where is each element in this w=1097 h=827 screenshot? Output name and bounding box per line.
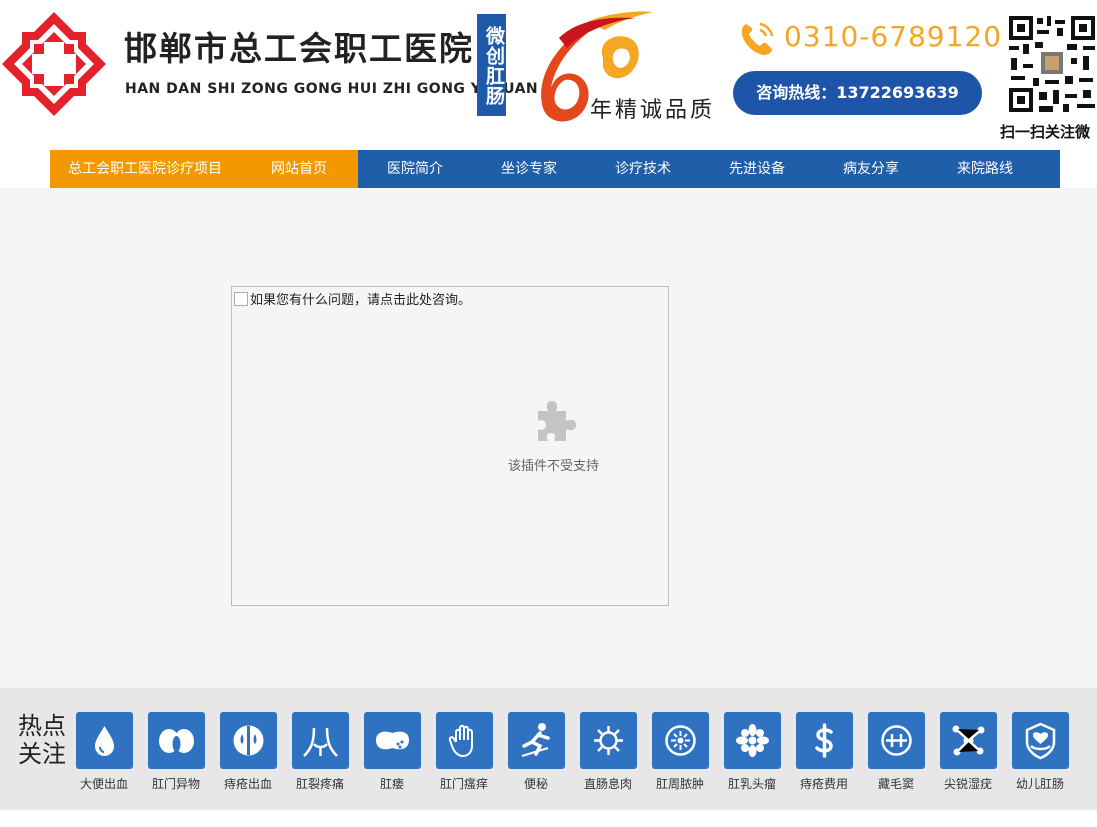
hot-item-rectal-polyp[interactable]: 直肠息肉	[572, 712, 644, 792]
hot-item-label: 肛瘘	[379, 777, 404, 791]
plugin-alt-text[interactable]: 如果您有什么问题，请点击此处咨询。	[234, 289, 471, 308]
fissure-icon	[302, 727, 338, 757]
hot-item-constipation[interactable]: 便秘	[500, 712, 572, 792]
hot-item-label: 肛周脓肿	[655, 777, 704, 791]
hot-icon-tile	[291, 712, 349, 769]
consult-plugin-frame[interactable]: 如果您有什么问题，请点击此处咨询。 该插件不受支持	[231, 286, 669, 606]
hot-item-label: 大便出血	[79, 777, 128, 791]
qr-caption: 扫一扫关注微	[1000, 123, 1091, 141]
hot-icon-tile	[579, 712, 637, 769]
hot-item-fissure-pain[interactable]: 肛裂疼痛	[284, 712, 356, 792]
hemorrhoid-bleed-icon	[233, 725, 263, 756]
lungs-icon	[158, 729, 194, 753]
hot-icon-tile	[939, 712, 997, 769]
main-nav: 总工会职工医院诊疗项目 网站首页 医院简介 坐诊专家 诊疗技术 先进设备 病友分…	[50, 150, 1060, 188]
hot-icon-tile	[507, 712, 565, 769]
fistula-icon	[375, 731, 409, 750]
hot-item-itching[interactable]: 肛门瘙痒	[428, 712, 500, 792]
hot-topics-bar: 热点 关注 大便出血 肛门异物 痔疮出血 肛裂疼痛 肛瘘 肛门瘙痒 便秘 直肠息…	[0, 688, 1097, 810]
nav-item-home[interactable]: 网站首页	[240, 150, 358, 188]
hot-icon-tile	[867, 712, 925, 769]
hot-item-label: 尖锐湿疣	[943, 777, 992, 791]
medical-icon	[880, 725, 912, 756]
shield-hands-icon	[1025, 722, 1055, 760]
hot-item-pediatric[interactable]: 幼儿肛肠	[1004, 712, 1076, 792]
main-content: 如果您有什么问题，请点击此处咨询。 该插件不受支持	[0, 188, 1097, 688]
person-squat-icon	[521, 723, 550, 757]
hot-item-label: 藏毛窦	[877, 777, 914, 791]
broken-image-icon	[234, 292, 248, 306]
hotline-button[interactable]: 咨询热线：13722693639	[733, 71, 982, 115]
molecule-icon	[952, 725, 984, 756]
hospital-name-cn: 邯郸市总工会职工医院	[124, 29, 474, 68]
puzzle-icon	[538, 401, 576, 441]
hot-item-condyloma[interactable]: 尖锐湿疣	[932, 712, 1004, 792]
phone-number: 0310-6789120	[784, 20, 1003, 53]
page: 邯郸市总工会职工医院 HAN DAN SHI ZONG GONG HUI ZHI…	[0, 0, 1097, 827]
virus-icon	[593, 726, 623, 755]
hot-item-papilloma[interactable]: 肛乳头瘤	[716, 712, 788, 792]
nav-item-experts[interactable]: 坐诊专家	[472, 150, 586, 188]
anniversary-text: 年精诚品质	[590, 98, 716, 123]
blood-drop-icon	[94, 726, 114, 756]
nav-item-equipment[interactable]: 先进设备	[700, 150, 814, 188]
hot-title-line1: 热点	[18, 712, 66, 740]
hot-item-label: 肛乳头瘤	[727, 777, 776, 791]
hot-item-label: 直肠息肉	[583, 777, 632, 791]
hot-item-hemorrhoid-cost[interactable]: 痔疮费用	[788, 712, 860, 792]
hot-icon-tile	[147, 712, 205, 769]
specialty-badge: 微创肛肠	[477, 14, 506, 116]
hot-item-label: 肛裂疼痛	[295, 777, 344, 791]
hot-item-label: 痔疮出血	[223, 777, 272, 791]
nav-item-technology[interactable]: 诊疗技术	[586, 150, 700, 188]
nav-item-projects[interactable]: 总工会职工医院诊疗项目	[50, 150, 240, 188]
hot-item-pilonidal-sinus[interactable]: 藏毛窦	[860, 712, 932, 792]
hot-item-fistula[interactable]: 肛瘘	[356, 712, 428, 792]
nav-item-patient-stories[interactable]: 病友分享	[814, 150, 928, 188]
hot-item-hemorrhoid-bleeding[interactable]: 痔疮出血	[212, 712, 284, 792]
hot-item-label: 肛门异物	[151, 777, 200, 791]
cycle-icon	[664, 725, 696, 756]
hot-icon-tile	[363, 712, 421, 769]
hot-icon-tile	[435, 712, 493, 769]
hot-topics-title: 热点 关注	[18, 712, 70, 768]
hot-icon-tile	[651, 712, 709, 769]
hot-title-line2: 关注	[18, 740, 66, 768]
hot-item-foreign-body[interactable]: 肛门异物	[140, 712, 212, 792]
hot-icon-tile	[1011, 712, 1069, 769]
qr-code-icon	[1007, 14, 1097, 114]
flower-icon	[735, 724, 769, 757]
hospital-cross-logo-icon[interactable]	[0, 10, 108, 118]
hot-item-abscess[interactable]: 肛周脓肿	[644, 712, 716, 792]
plugin-alt-label: 如果您有什么问题，请点击此处咨询。	[250, 293, 472, 308]
hot-item-label: 痔疮费用	[799, 777, 848, 791]
phone-icon	[741, 22, 774, 55]
hot-icon-tile	[75, 712, 133, 769]
hand-icon	[448, 724, 473, 758]
nav-item-directions[interactable]: 来院路线	[928, 150, 1042, 188]
hot-item-label: 幼儿肛肠	[1015, 777, 1064, 791]
nav-item-about[interactable]: 医院简介	[358, 150, 472, 188]
hot-icon-tile	[723, 712, 781, 769]
plugin-unsupported-message: 该插件不受支持	[508, 459, 600, 474]
dollar-icon	[814, 723, 833, 758]
hot-icon-tile	[795, 712, 853, 769]
footer-strip	[0, 810, 1097, 827]
hot-icon-tile	[219, 712, 277, 769]
hot-item-label: 肛门瘙痒	[439, 777, 488, 791]
hot-item-label: 便秘	[523, 777, 548, 791]
header: 邯郸市总工会职工医院 HAN DAN SHI ZONG GONG HUI ZHI…	[0, 0, 1097, 150]
hot-item-blood-in-stool[interactable]: 大便出血	[68, 712, 140, 792]
